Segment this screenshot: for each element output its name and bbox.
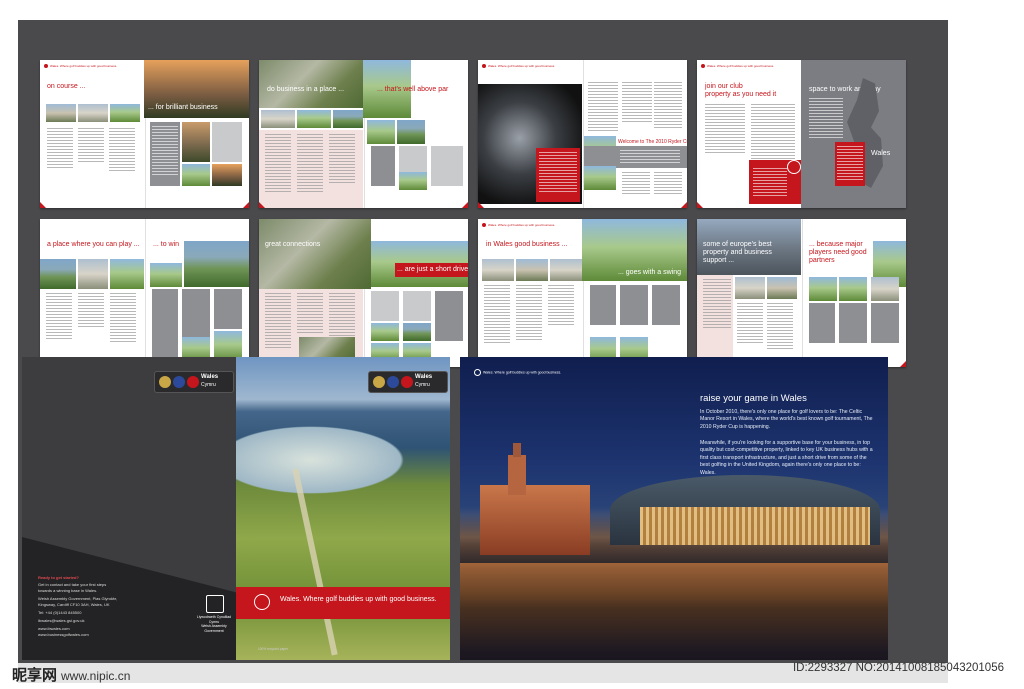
brochure-cover: Wales. Where golf buddies up with good b… <box>22 357 450 660</box>
recycled-note: 100% recycled paper <box>258 647 288 651</box>
contact-line: www.businessgolfwales.com <box>38 632 89 637</box>
spread-on-course: Wales. Where golf buddies up with good b… <box>40 60 249 208</box>
spread-heading: in Wales good business ... <box>486 241 568 248</box>
running-header: Wales. Where golf buddies up with good b… <box>701 64 774 68</box>
spread-club-property: Wales. Where golf buddies up with good b… <box>697 60 906 208</box>
spread-heading: ... because major players need good part… <box>809 241 867 264</box>
contact-line: Get in contact and take your first steps <box>38 582 107 587</box>
spread-heading: join our club <box>705 83 743 90</box>
contact-heading: Ready to get started? <box>38 575 79 580</box>
contact-line: towards a winning base in Wales. <box>38 588 98 593</box>
logo-ring-icon <box>254 594 270 610</box>
contact-line: Welsh Assembly Government, Plas Glyndŵr, <box>38 596 118 601</box>
spread-heading: ... that's well above par <box>377 86 449 93</box>
inner-title: raise your game in Wales <box>700 393 807 404</box>
spread-good-business: Wales. Where golf buddies up with good b… <box>478 219 687 367</box>
contact-line: Kingsway, Cardiff CF10 3AH, Wales, UK <box>38 602 110 607</box>
contact-line: ibwales@wales.gsi.gov.uk <box>38 618 85 623</box>
government-logo-text: Llywodraeth Cynulliad Cymru Welsh Assembl… <box>196 615 232 633</box>
spread-heading: property as you need it <box>705 91 777 98</box>
spread-place-to-play: a place where you can play ... ... to wi… <box>40 219 249 367</box>
watermark-id: ID:2293327 NO:20141008185043201056 <box>792 662 1004 674</box>
watermark-site: 昵享网 www.nipic.cn <box>12 667 131 684</box>
spread-heading: ... are just a short drive <box>397 266 468 273</box>
spread-ryder-cup: Wales. Where golf buddies up with good b… <box>478 60 687 208</box>
map-label-wales: Wales <box>871 150 891 157</box>
inner-paragraph-2: Meanwhile, if you're looking for a suppo… <box>700 440 873 476</box>
wales-badge-back: Wales Cymru <box>154 371 234 393</box>
water-reflection <box>460 563 888 653</box>
running-header: Wales. Where golf buddies up with good b… <box>44 64 117 68</box>
spread-heading: great connections <box>265 241 321 248</box>
running-header: Wales. Where golf buddies up with good b… <box>482 223 555 227</box>
contact-line: Tel: +44 (0)1443 845500 <box>38 610 82 615</box>
cover-slogan: Wales. Where golf buddies up with good b… <box>280 596 437 603</box>
contact-line: www.ibwales.com <box>38 626 70 631</box>
spread-heading: ... to win <box>153 241 180 248</box>
inner-spread-cardiff: Wales. Where golf buddies up with good b… <box>460 357 888 660</box>
spread-heading: ... goes with a swing <box>618 269 682 276</box>
spread-business-place: do business in a place ... ... that's we… <box>259 60 468 208</box>
wales-badge-front: Wales Cymru <box>368 371 448 393</box>
pierhead-building <box>480 485 590 555</box>
inner-paragraph-1: In October 2010, there's only one place … <box>700 409 873 430</box>
dragon-logo-icon <box>206 595 224 613</box>
spread-europe-best: Wales. Where golf buddies up with good b… <box>697 219 906 367</box>
running-header: Wales. Where golf buddies up with good b… <box>474 369 561 376</box>
spread-heading: on course ... <box>47 83 86 90</box>
spread-heading: ... for brilliant business <box>148 104 218 111</box>
spread-heading: a place where you can play ... <box>47 241 140 248</box>
spread-heading: Welcome to The 2010 Ryder Cup <box>618 139 687 145</box>
spread-heading: do business in a place ... <box>267 86 345 93</box>
spread-heading: some of europe's best property and busin… <box>703 241 772 264</box>
spread-great-connections: great connections ... are just a short d… <box>259 219 468 367</box>
running-header: Wales. Where golf buddies up with good b… <box>482 64 555 68</box>
